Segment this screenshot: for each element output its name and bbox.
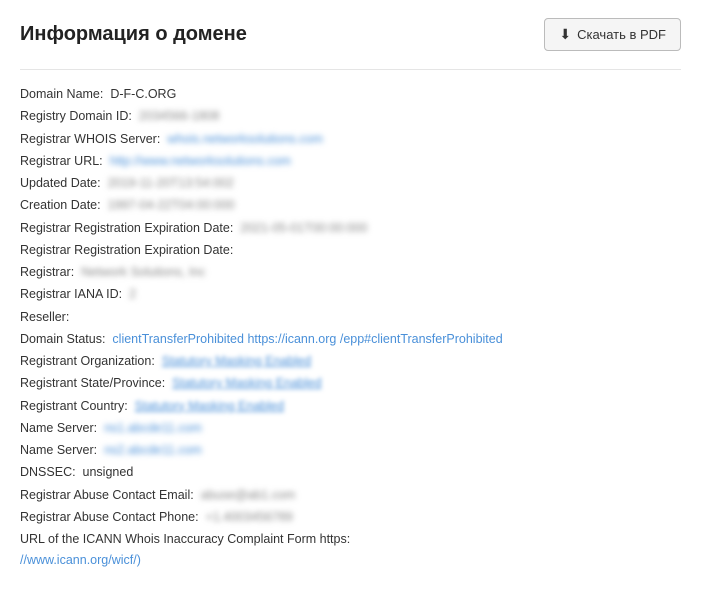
- page-header: Информация о домене ⬇ Скачать в PDF: [20, 18, 681, 51]
- domain-status-label: Domain Status:: [20, 332, 105, 346]
- abuse-phone-row: Registrar Abuse Contact Phone: +1.400345…: [20, 507, 681, 528]
- creation-date-row: Creation Date: 1997-04-22T04:00:000: [20, 195, 681, 216]
- name-server-2-label: Name Server:: [20, 443, 97, 457]
- dnssec-value: unsigned: [83, 465, 134, 479]
- iana-id-value: 2: [129, 284, 136, 305]
- icann-url-row: URL of the ICANN Whois Inaccuracy Compla…: [20, 529, 681, 572]
- domain-status-row: Domain Status: clientTransferProhibited …: [20, 329, 681, 350]
- registry-id-value: 2034566-1808: [139, 106, 220, 127]
- iana-id-row: Registrar IANA ID: 2: [20, 284, 681, 305]
- registrant-state-label: Registrant State/Province:: [20, 376, 165, 390]
- iana-id-label: Registrar IANA ID:: [20, 287, 122, 301]
- reseller-label: Reseller:: [20, 310, 69, 324]
- creation-date-value: 1997-04-22T04:00:000: [108, 195, 235, 216]
- creation-date-label: Creation Date:: [20, 198, 101, 212]
- registrar-value: Network Solutions, Inc: [81, 262, 205, 283]
- whois-content: Domain Name: D-F-C.ORG Registry Domain I…: [20, 84, 681, 572]
- registrant-state-value: Statutory Masking Enabled: [172, 373, 321, 394]
- download-icon: ⬇: [559, 26, 571, 43]
- registrant-country-row: Registrant Country: Statutory Masking En…: [20, 396, 681, 417]
- registrar-label: Registrar:: [20, 265, 74, 279]
- updated-date-value: 2019-11-20T13:54:002: [108, 173, 234, 194]
- name-server-1-row: Name Server: ns1.abcde11.com: [20, 418, 681, 439]
- registrar-row: Registrar: Network Solutions, Inc: [20, 262, 681, 283]
- expiration-date-1-row: Registrar Registration Expiration Date: …: [20, 218, 681, 239]
- icann-url-label: URL of the ICANN Whois Inaccuracy Compla…: [20, 532, 350, 546]
- registrant-org-value: Statutory Masking Enabled: [162, 351, 311, 372]
- reseller-row: Reseller:: [20, 307, 681, 328]
- registry-id-row: Registry Domain ID: 2034566-1808: [20, 106, 681, 127]
- registrar-whois-value: whois.networksolutions.com: [167, 129, 323, 150]
- abuse-phone-value: +1.4003456789: [206, 507, 293, 528]
- registrant-state-row: Registrant State/Province: Statutory Mas…: [20, 373, 681, 394]
- icann-url-value[interactable]: //www.icann.org/wicf/): [20, 550, 141, 571]
- name-server-1-label: Name Server:: [20, 421, 97, 435]
- domain-name-row: Domain Name: D-F-C.ORG: [20, 84, 681, 105]
- expiration-date-1-value: 2021-05-01T00:00:000: [240, 218, 367, 239]
- dnssec-label: DNSSEC:: [20, 465, 76, 479]
- updated-date-row: Updated Date: 2019-11-20T13:54:002: [20, 173, 681, 194]
- registrant-org-row: Registrant Organization: Statutory Maski…: [20, 351, 681, 372]
- expiration-date-2-row: Registrar Registration Expiration Date:: [20, 240, 681, 261]
- registrar-url-label: Registrar URL:: [20, 154, 103, 168]
- download-pdf-label: Скачать в PDF: [577, 27, 666, 42]
- expiration-date-1-label: Registrar Registration Expiration Date:: [20, 221, 233, 235]
- abuse-phone-label: Registrar Abuse Contact Phone:: [20, 510, 199, 524]
- registrar-whois-label: Registrar WHOIS Server:: [20, 132, 160, 146]
- name-server-1-value: ns1.abcde11.com: [104, 418, 202, 439]
- name-server-2-value: ns2.abcde11.com: [104, 440, 202, 461]
- dnssec-row: DNSSEC: unsigned: [20, 462, 681, 483]
- registrar-url-value: http://www.networksolutions.com: [110, 151, 291, 172]
- domain-status-value: clientTransferProhibited https://icann.o…: [112, 332, 502, 346]
- registrar-url-row: Registrar URL: http://www.networksolutio…: [20, 151, 681, 172]
- registry-id-label: Registry Domain ID:: [20, 109, 132, 123]
- page-title: Информация о домене: [20, 23, 247, 46]
- download-pdf-button[interactable]: ⬇ Скачать в PDF: [544, 18, 681, 51]
- name-server-2-row: Name Server: ns2.abcde11.com: [20, 440, 681, 461]
- registrant-org-label: Registrant Organization:: [20, 354, 155, 368]
- registrant-country-label: Registrant Country:: [20, 399, 128, 413]
- abuse-email-label: Registrar Abuse Contact Email:: [20, 488, 194, 502]
- domain-name-label: Domain Name:: [20, 87, 103, 101]
- updated-date-label: Updated Date:: [20, 176, 101, 190]
- expiration-date-2-label: Registrar Registration Expiration Date:: [20, 243, 233, 257]
- domain-name-value: D-F-C.ORG: [110, 87, 176, 101]
- header-divider: [20, 69, 681, 70]
- registrar-whois-row: Registrar WHOIS Server: whois.networksol…: [20, 129, 681, 150]
- registrant-country-value: Statutory Masking Enabled: [135, 396, 284, 417]
